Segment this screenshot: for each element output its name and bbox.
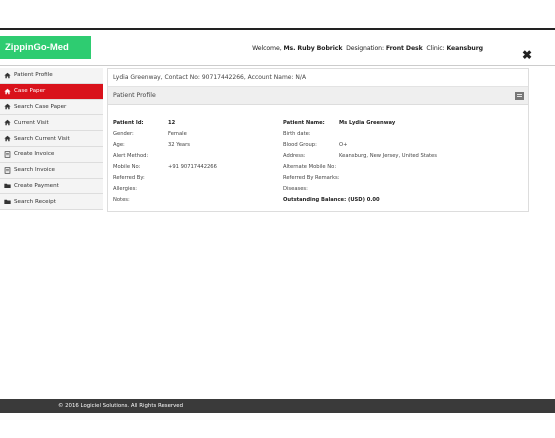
invoice-icon (3, 166, 11, 174)
designation-label: Designation: (346, 45, 384, 52)
copyright-text: © 2016 Logiciel Solutions. All Rights Re… (58, 403, 184, 409)
sidebar: Patient Profile Case Paper Search Case P… (0, 68, 103, 212)
sidebar-item-label: Search Current Visit (14, 135, 70, 142)
sidebar-item-create-payment[interactable]: Create Payment (0, 178, 103, 195)
address-value: Keansburg, New Jersey, United States (339, 153, 437, 159)
blood-group-value: O+ (339, 142, 348, 148)
diseases-label: Diseases: (283, 186, 308, 192)
sidebar-item-search-case-paper[interactable]: Search Case Paper (0, 99, 103, 116)
close-icon[interactable]: ✖ (521, 49, 533, 61)
top-bar: ZippinGo-Med Welcome, Ms. Ruby Bobrick D… (0, 28, 555, 66)
panel-header: Patient Profile (108, 87, 528, 105)
patient-profile-panel: Lydia Greenway, Contact No: 90717442266,… (107, 68, 529, 212)
home-icon (3, 119, 11, 127)
welcome-label: Welcome, (252, 45, 282, 52)
sidebar-item-label: Create Invoice (14, 151, 55, 158)
window-frame-top (0, 0, 555, 28)
mobile-label: Mobile No: (113, 164, 141, 170)
home-icon (3, 71, 11, 79)
clinic-label: Clinic: (426, 45, 445, 52)
footer: © 2016 Logiciel Solutions. All Rights Re… (0, 399, 555, 413)
sidebar-item-label: Case Paper (14, 88, 46, 95)
referred-by-label: Referred By: (113, 175, 145, 181)
home-icon (3, 135, 11, 143)
sidebar-item-current-visit[interactable]: Current Visit (0, 115, 103, 132)
breadcrumb: Lydia Greenway, Contact No: 90717442266,… (108, 69, 528, 87)
folder-icon (3, 182, 11, 190)
window-frame-bottom (0, 413, 555, 438)
sidebar-item-create-invoice[interactable]: Create Invoice (0, 146, 103, 163)
clinic-value: Keansburg (446, 45, 483, 52)
panel-title: Patient Profile (113, 92, 156, 99)
sidebar-item-case-paper[interactable]: Case Paper (0, 83, 103, 100)
home-icon (3, 103, 11, 111)
sidebar-item-search-invoice[interactable]: Search Invoice (0, 162, 103, 179)
sidebar-item-label: Search Case Paper (14, 103, 67, 110)
welcome-text: Welcome, Ms. Ruby Bobrick Designation: F… (252, 45, 483, 52)
patient-name-label: Patient Name: (283, 120, 325, 126)
sidebar-item-label: Search Invoice (14, 167, 55, 174)
sidebar-item-label: Patient Profile (14, 72, 53, 79)
gender-value: Female (168, 131, 187, 137)
app-logo[interactable]: ZippinGo-Med (0, 36, 91, 59)
outstanding-balance: Outstanding Balance: (USD) 0.00 (283, 197, 380, 203)
sidebar-item-label: Search Receipt (14, 198, 56, 205)
edit-icon[interactable] (515, 92, 524, 100)
address-label: Address: (283, 153, 306, 159)
patient-name-value: Ms Lydia Greenway (339, 120, 396, 126)
patient-details: Patient Id: 12 Gender: Female Age: 32 Ye… (108, 105, 528, 205)
sidebar-item-patient-profile[interactable]: Patient Profile (0, 68, 103, 84)
home-icon (3, 87, 11, 95)
invoice-icon (3, 150, 11, 158)
blood-group-label: Blood Group: (283, 142, 317, 148)
referred-by-remarks-label: Referred By Remarks: (283, 175, 340, 181)
patient-id-value: 12 (168, 120, 176, 126)
age-label: Age: (113, 142, 125, 148)
notes-label: Notes: (113, 197, 130, 203)
alert-method-label: Alert Method: (113, 153, 149, 159)
sidebar-item-label: Current Visit (14, 119, 49, 126)
age-value: 32 Years (168, 142, 190, 148)
birth-date-label: Birth date: (283, 131, 311, 137)
patient-id-label: Patient Id: (113, 120, 144, 126)
mobile-value: +91 90717442266 (168, 164, 217, 170)
folder-icon (3, 198, 11, 206)
sidebar-item-search-receipt[interactable]: Search Receipt (0, 194, 103, 211)
sidebar-item-search-current-visit[interactable]: Search Current Visit (0, 131, 103, 147)
gender-label: Gender: (113, 131, 134, 137)
sidebar-item-label: Create Payment (14, 182, 59, 189)
alternate-mobile-label: Alternate Mobile No: (283, 164, 337, 170)
user-name: Ms. Ruby Bobrick (283, 45, 343, 52)
designation-value: Front Desk (385, 45, 423, 52)
allergies-label: Allergies: (113, 186, 138, 192)
